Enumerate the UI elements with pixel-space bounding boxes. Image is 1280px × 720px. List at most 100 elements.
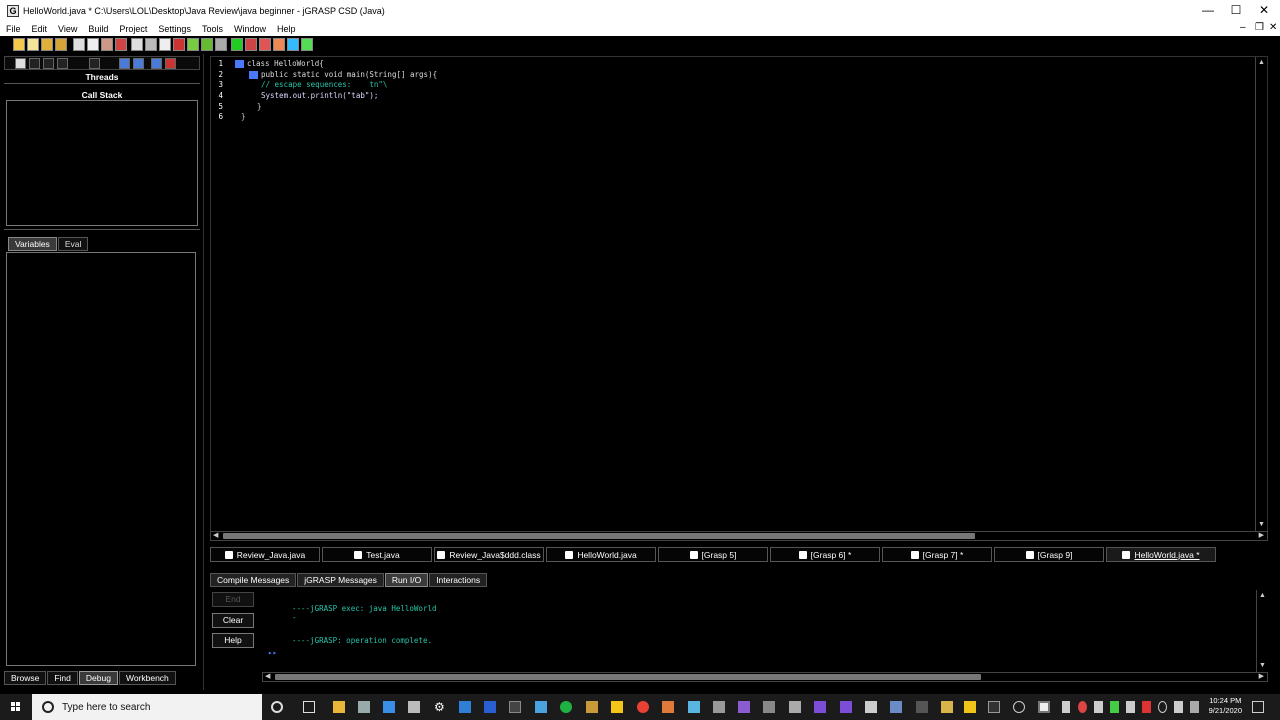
run-icon[interactable] xyxy=(201,38,213,51)
debug-icon[interactable] xyxy=(215,38,227,51)
tab-jgrasp-messages[interactable]: jGRASP Messages xyxy=(297,573,384,587)
file-tab[interactable]: Review_Java$ddd.class xyxy=(434,547,544,562)
mdi-restore-icon[interactable]: ❐ xyxy=(1255,22,1264,33)
calculator-icon[interactable] xyxy=(535,701,547,713)
run-io-output[interactable]: ----jGRASP exec: java HelloWorld - ----j… xyxy=(262,590,1262,672)
taskbar-app-icon[interactable] xyxy=(586,701,598,713)
taskbar-app-icon[interactable] xyxy=(814,701,826,713)
viewer-icon[interactable] xyxy=(273,38,285,51)
menu-help[interactable]: Help xyxy=(271,24,301,34)
volume-icon[interactable] xyxy=(1174,701,1183,713)
debug-step-icon[interactable] xyxy=(15,58,26,69)
file-tab-active[interactable]: HelloWorld.java * xyxy=(1106,547,1216,562)
terminal-icon[interactable] xyxy=(509,701,521,713)
taskbar-app-icon[interactable] xyxy=(789,701,801,713)
scroll-left-icon[interactable]: ◀ xyxy=(265,673,270,681)
taskbar-app-icon[interactable] xyxy=(383,701,395,713)
editor-scroll-thumb[interactable] xyxy=(223,533,975,539)
undo-icon[interactable] xyxy=(115,38,127,51)
tab-workbench[interactable]: Workbench xyxy=(118,671,176,685)
tab-compile-messages[interactable]: Compile Messages xyxy=(210,573,297,587)
taskbar-app-icon[interactable] xyxy=(560,701,572,713)
taskbar-app-icon[interactable] xyxy=(713,701,725,713)
callstack-splitter[interactable] xyxy=(4,229,200,232)
tab-run-io[interactable]: Run I/O xyxy=(384,573,429,587)
io-vertical-scrollbar[interactable]: ▲ ▼ xyxy=(1256,590,1268,672)
tray-app-icon[interactable] xyxy=(1126,701,1135,713)
mdi-close-icon[interactable]: ✕ xyxy=(1269,22,1277,33)
settings-gear-icon[interactable]: ⚙ xyxy=(434,701,446,713)
tab-debug[interactable]: Debug xyxy=(78,671,118,685)
paste-icon[interactable] xyxy=(101,38,113,51)
io-scroll-thumb[interactable] xyxy=(275,674,981,680)
csd-fold-icon[interactable] xyxy=(249,70,258,79)
taskbar-app-icon[interactable] xyxy=(1013,701,1025,713)
menu-view[interactable]: View xyxy=(52,24,82,34)
file-tab[interactable]: [Grasp 7] * xyxy=(882,547,992,562)
tab-find[interactable]: Find xyxy=(47,671,78,685)
generate-csd-icon[interactable] xyxy=(131,38,143,51)
tab-browse[interactable]: Browse xyxy=(4,671,47,685)
uml-icon[interactable] xyxy=(287,38,299,51)
tab-eval[interactable]: Eval xyxy=(57,237,89,251)
menu-edit[interactable]: Edit xyxy=(26,24,53,34)
file-tab[interactable]: HelloWorld.java xyxy=(546,547,656,562)
file-tab[interactable]: Test.java xyxy=(322,547,432,562)
csd-fold-icon[interactable] xyxy=(235,60,244,68)
debug-pause-icon[interactable] xyxy=(89,58,100,69)
remove-csd-icon[interactable] xyxy=(145,38,157,51)
file-explorer-icon[interactable] xyxy=(333,701,345,713)
tray-app-icon[interactable] xyxy=(1142,701,1151,713)
menu-settings[interactable]: Settings xyxy=(152,24,196,34)
taskbar-app-icon[interactable] xyxy=(988,701,1000,713)
save-all-icon[interactable] xyxy=(55,38,67,51)
task-view-icon[interactable] xyxy=(303,701,315,713)
interactions-icon[interactable] xyxy=(301,38,313,51)
debug-step-down-icon[interactable] xyxy=(151,58,162,69)
tray-app-icon[interactable] xyxy=(1094,701,1103,713)
scroll-right-icon[interactable]: ▶ xyxy=(1259,532,1264,540)
open-file-icon[interactable] xyxy=(27,38,39,51)
debug-stop-icon[interactable] xyxy=(165,58,176,69)
jgrasp-taskbar-icon[interactable] xyxy=(1038,701,1050,713)
taskbar-app-icon[interactable] xyxy=(916,701,928,713)
scroll-right-icon[interactable]: ▶ xyxy=(1259,673,1264,681)
callstack-list[interactable] xyxy=(6,100,198,226)
clear-button[interactable]: Clear xyxy=(212,613,254,628)
start-button[interactable] xyxy=(0,694,32,720)
editor-horizontal-scrollbar[interactable]: ◀ ▶ xyxy=(210,531,1268,541)
close-button[interactable]: ✕ xyxy=(1250,0,1278,21)
menu-project[interactable]: Project xyxy=(113,24,152,34)
taskbar-app-icon[interactable] xyxy=(941,701,953,713)
mail-icon[interactable] xyxy=(459,701,471,713)
code-editor[interactable]: 1 2 3 4 5 6 class HelloWorld{ public sta… xyxy=(210,56,1268,532)
debug-forward-icon[interactable] xyxy=(133,58,144,69)
add-icon[interactable] xyxy=(231,38,243,51)
cortana-icon[interactable] xyxy=(271,701,283,713)
debug-step-out-icon[interactable] xyxy=(43,58,54,69)
taskbar-app-icon[interactable] xyxy=(865,701,877,713)
menu-tools[interactable]: Tools xyxy=(196,24,228,34)
threads-splitter[interactable] xyxy=(4,83,200,86)
taskbar-clock[interactable]: 10:24 PM 9/21/2020 xyxy=(1209,696,1242,716)
save-icon[interactable] xyxy=(41,38,53,51)
stop-icon[interactable] xyxy=(245,38,257,51)
compile-icon[interactable] xyxy=(187,38,199,51)
taskbar-app-icon[interactable] xyxy=(763,701,775,713)
editor-vertical-scrollbar[interactable]: ▲ ▼ xyxy=(1255,57,1267,531)
tab-variables[interactable]: Variables xyxy=(8,237,57,251)
maximize-button[interactable]: ☐ xyxy=(1222,0,1250,21)
debug-run-to-cursor-icon[interactable] xyxy=(57,58,68,69)
network-icon[interactable] xyxy=(1158,701,1167,713)
mdi-minimize-icon[interactable]: – xyxy=(1240,22,1246,33)
new-file-icon[interactable] xyxy=(13,38,25,51)
file-tab[interactable]: [Grasp 9] xyxy=(994,547,1104,562)
help-button[interactable]: Help xyxy=(212,633,254,648)
store-icon[interactable] xyxy=(964,701,976,713)
taskbar-app-icon[interactable] xyxy=(688,701,700,713)
code-text[interactable]: class HelloWorld{ public static void mai… xyxy=(235,59,437,123)
debug-step-in-icon[interactable] xyxy=(29,58,40,69)
minimize-button[interactable]: — xyxy=(1194,0,1222,21)
tray-app-icon[interactable] xyxy=(1110,701,1119,713)
file-tab[interactable]: Review_Java.java xyxy=(210,547,320,562)
